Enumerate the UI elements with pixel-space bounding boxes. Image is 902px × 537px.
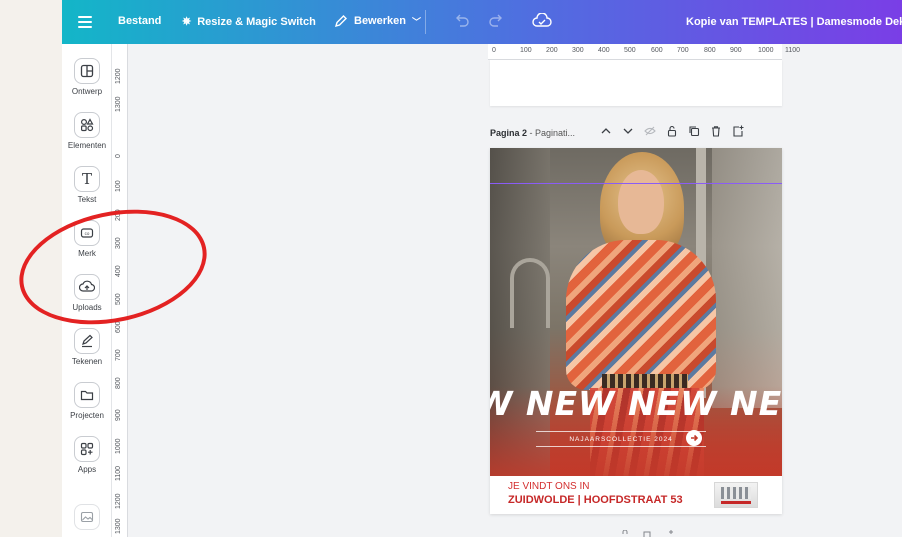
ruler-tick-label: 800 <box>704 47 716 54</box>
toolbar-divider <box>425 10 426 34</box>
store-logo <box>714 482 758 508</box>
ruler-tick-label: 0 <box>115 154 122 158</box>
page-label: Pagina 2 <box>490 128 528 138</box>
page-3-actions <box>620 530 674 537</box>
chevron-down-icon[interactable] <box>622 125 634 137</box>
sidebar-item-tekst[interactable]: T Tekst <box>62 166 112 204</box>
poster-footer[interactable]: JE VINDT ONS IN ZUIDWOLDE | HOOFDSTRAAT … <box>490 476 782 514</box>
ruler-tick-label: 800 <box>115 377 122 389</box>
horizontal-ruler: 0 100 200 300 400 500 600 700 800 900 10… <box>488 44 800 60</box>
add-page-icon[interactable] <box>664 530 674 537</box>
ruler-tick-label: 900 <box>730 47 742 54</box>
redo-icon[interactable] <box>488 14 504 28</box>
ruler-tick-label: 300 <box>572 47 584 54</box>
hide-page-icon[interactable] <box>644 125 656 137</box>
page-2-header: Pagina 2 - Paginati... <box>490 122 782 144</box>
sidebar-item-ontwerp[interactable]: Ontwerp <box>62 58 112 96</box>
ruler-tick-label: 700 <box>677 47 689 54</box>
ruler-tick-label: 1000 <box>758 47 774 54</box>
sidebar-item-label: Tekst <box>77 195 97 204</box>
ruler-tick-label: 1000 <box>115 438 122 454</box>
ruler-tick-label: 700 <box>115 349 122 361</box>
ruler-tick-label: 400 <box>598 47 610 54</box>
text-icon: T <box>74 166 100 192</box>
headline-text[interactable]: W NEW NEW NEW <box>490 384 782 423</box>
lock-icon[interactable] <box>666 125 678 137</box>
footer-line-2: ZUIDWOLDE | HOOFDSTRAAT 53 <box>508 494 683 506</box>
chevron-up-icon[interactable] <box>600 125 612 137</box>
sidebar-item-label: Elementen <box>67 141 107 150</box>
document-title[interactable]: Kopie van TEMPLATES | Damesmode Dekk <box>686 16 902 28</box>
file-menu-button[interactable]: Bestand <box>118 15 161 27</box>
page-2-title[interactable]: Pagina 2 - Paginati... <box>490 128 575 138</box>
page-2-canvas[interactable]: W NEW NEW NEW NAJAARSCOLLECTIE 2024 JE V… <box>490 148 782 514</box>
sidebar-item-photos[interactable] <box>62 504 112 530</box>
ruler-tick-label: 500 <box>624 47 636 54</box>
edit-mode-label: Bewerken <box>354 15 406 27</box>
cta-text: NAJAARSCOLLECTIE 2024 <box>569 435 673 443</box>
ruler-tick-label: 1200 <box>115 493 122 509</box>
sidebar-item-elementen[interactable]: Elementen <box>62 112 112 150</box>
sidebar-item-projecten[interactable]: Projecten <box>62 382 112 420</box>
footer-line-1: JE VINDT ONS IN <box>508 481 590 492</box>
sidebar-item-label: Apps <box>77 465 97 474</box>
page-1-canvas[interactable] <box>490 60 782 106</box>
ruler-tick-label: 1100 <box>785 47 801 54</box>
ruler-tick-label: 1100 <box>115 465 122 481</box>
image-icon <box>74 504 100 530</box>
apps-icon <box>74 436 100 462</box>
pencil-icon <box>334 15 347 28</box>
undo-icon[interactable] <box>454 14 470 28</box>
alignment-guide <box>490 183 782 184</box>
resize-magic-switch-button[interactable]: ✵ Resize & Magic Switch <box>182 15 316 29</box>
sidebar-item-label: Tekenen <box>71 357 103 366</box>
top-bar: Bestand ✵ Resize & Magic Switch Bewerken… <box>62 0 902 44</box>
arrow-right-icon <box>686 430 702 446</box>
chevron-down-icon: ﹀ <box>411 16 421 27</box>
sidebar-item-tekenen[interactable]: Tekenen <box>62 328 112 366</box>
cta-banner[interactable]: NAJAARSCOLLECTIE 2024 <box>536 431 706 447</box>
sidebar-item-label: Ontwerp <box>71 87 103 96</box>
ruler-tick-label: 1300 <box>115 518 122 534</box>
ruler-tick-label: 1300 <box>115 96 122 112</box>
ruler-tick-label: 600 <box>651 47 663 54</box>
ruler-tick-label: 100 <box>520 47 532 54</box>
page-subtitle: Paginati... <box>535 128 576 138</box>
cloud-saved-icon[interactable] <box>532 13 552 29</box>
draw-icon <box>74 328 100 354</box>
duplicate-icon[interactable] <box>642 530 652 537</box>
sidebar-item-label: Projecten <box>70 411 104 420</box>
ruler-tick-label: 100 <box>115 180 122 192</box>
menu-icon[interactable] <box>76 13 94 31</box>
duplicate-icon[interactable] <box>688 125 700 137</box>
ruler-tick-label: 1200 <box>115 68 122 84</box>
sidebar-item-apps[interactable]: Apps <box>62 436 112 474</box>
ruler-tick-label: 0 <box>492 47 496 54</box>
sparkle-icon: ✵ <box>182 16 192 28</box>
fashion-photo[interactable] <box>490 148 782 478</box>
ruler-tick-label: 900 <box>115 409 122 421</box>
ruler-tick-label: 200 <box>546 47 558 54</box>
edit-mode-button[interactable]: Bewerken ﹀ <box>334 14 421 28</box>
resize-label: Resize & Magic Switch <box>197 15 316 28</box>
elements-icon <box>74 112 100 138</box>
add-page-icon[interactable] <box>732 125 744 137</box>
layout-icon <box>74 58 100 84</box>
folder-icon <box>74 382 100 408</box>
lock-icon[interactable] <box>620 530 630 537</box>
page-actions <box>600 125 744 137</box>
ruler-tick-label: 600 <box>115 321 122 333</box>
trash-icon[interactable] <box>710 125 722 137</box>
